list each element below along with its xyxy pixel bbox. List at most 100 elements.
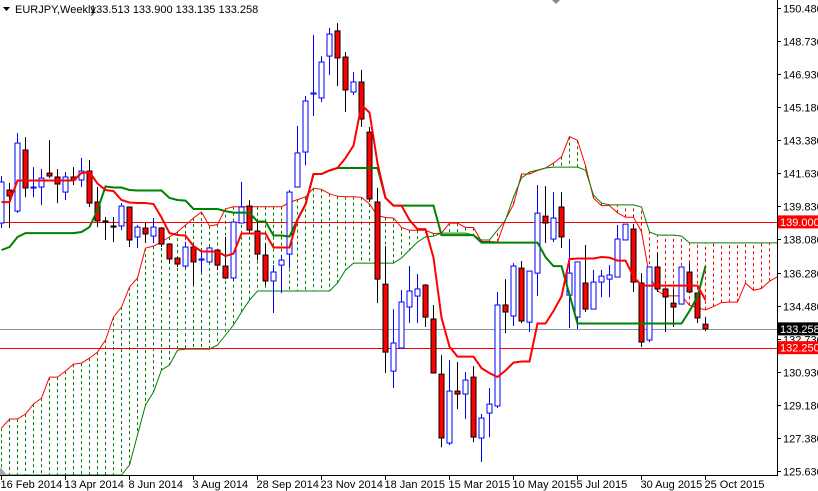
bear-candle-body [438,373,445,439]
bear-candle-body [222,265,229,279]
bull-candle-body [510,265,517,317]
time-tick-label: 15 Mar 2015 [449,479,511,491]
price-tick-label: 134.480 [783,302,818,314]
bull-candle-body [62,176,69,193]
bear-candle-body [454,390,461,395]
bear-candle-body [246,205,253,231]
price-tick-label: 129.180 [783,401,818,413]
bull-candle-body [494,304,501,407]
bull-candle-body [182,246,189,267]
candle [646,266,653,343]
bull-candle-body [526,270,533,323]
bear-candle-body [262,254,269,282]
bull-candle-body [590,281,597,310]
price-tick-label: 150.480 [783,4,818,16]
bear-candle-body [686,271,693,293]
bull-candle-body [14,142,21,212]
bear-candle-body [174,257,181,265]
time-tick-label: 28 Sep 2014 [257,479,319,491]
bear-candle-body [502,304,509,313]
bear-candle-body [430,318,437,374]
candle [158,227,165,248]
bull-candle-body [606,274,613,280]
bull-candle-body [406,290,413,308]
bull-candle-body [486,403,493,414]
resistance-level-label: 139.000 [780,217,818,229]
bear-candle-body [670,302,677,308]
bear-candle-body [518,267,525,322]
bear-candle-body [662,288,669,298]
candle [118,203,125,231]
bull-candle-body [390,342,397,372]
price-axis[interactable]: 150.480 148.730 146.930 145.180 143.380 141.6… [777,4,818,479]
bear-candle-body [542,215,549,224]
symbol-timeframe-label: EURJPY,Weekly [15,4,96,16]
bull-candle-body [270,271,277,282]
bear-candle-body [110,225,117,228]
bull-candle-body [198,258,205,261]
bear-candle-body [142,227,149,235]
bull-candle-body [150,226,157,237]
bear-candle-body [126,206,133,241]
bull-candle-body [446,390,453,444]
time-tick-label: 13 Apr 2014 [65,479,124,491]
candle [318,56,325,103]
bear-candle-body [366,131,373,200]
candle [470,366,477,443]
bear-candle-body [702,323,709,330]
price-chart[interactable]: 150.480 148.730 146.930 145.180 143.380 141.6… [0,0,818,491]
bear-candle-body [558,206,565,238]
time-tick-label: 30 Aug 2015 [641,479,703,491]
bull-candle-body [326,33,333,57]
price-tick-label: 130.930 [783,368,818,380]
bull-candle-body [478,417,485,439]
candle [366,127,373,202]
candle [518,261,525,324]
time-tick-label: 25 Oct 2015 [705,479,765,491]
support-level-label: 132.250 [780,343,818,355]
time-tick-label: 5 Jul 2015 [577,479,628,491]
price-tick-label: 146.930 [783,70,818,82]
bull-candle-body [310,92,317,95]
bear-candle-body [334,30,341,59]
price-tick-label: 125.630 [783,467,818,479]
bull-candle-body [398,301,405,349]
bear-candle-body [422,284,429,318]
price-tick-label: 143.380 [783,136,818,148]
bull-candle-body [414,288,421,297]
bull-candle-body [318,61,325,99]
bull-candle-body [574,261,581,318]
chart-background [0,0,818,491]
bull-candle-body [278,259,285,266]
time-tick-label: 10 May 2015 [513,479,577,491]
bear-candle-body [470,376,477,438]
candle [494,291,501,409]
bear-candle-body [190,246,197,263]
bear-candle-body [46,172,53,177]
bull-candle-body [646,266,653,341]
candle [14,133,21,213]
bear-candle-body [382,283,389,353]
candle [622,223,629,241]
bull-candle-body [294,152,301,188]
bull-candle-body [134,226,141,238]
bear-candle-body [638,282,645,343]
chart-header: EURJPY,Weekly 133.513 133.900 133.135 13… [3,4,258,16]
bear-candle-body [102,220,109,223]
price-tick-label: 141.630 [783,169,818,181]
time-tick-label: 23 Nov 2014 [321,479,383,491]
bear-candle-body [342,56,349,91]
bull-candle-body [550,217,557,240]
candle [206,247,213,264]
bear-candle-body [158,227,165,245]
bear-candle-body [374,201,381,280]
bull-candle-body [206,247,213,263]
bull-candle-body [238,206,245,224]
bull-candle-body [30,186,37,189]
price-tick-label: 145.180 [783,103,818,115]
price-tick-label: 139.830 [783,202,818,214]
bear-candle-body [582,282,589,310]
bull-candle-body [118,205,125,227]
price-tick-label: 136.280 [783,269,818,281]
bull-candle-body [598,275,605,283]
